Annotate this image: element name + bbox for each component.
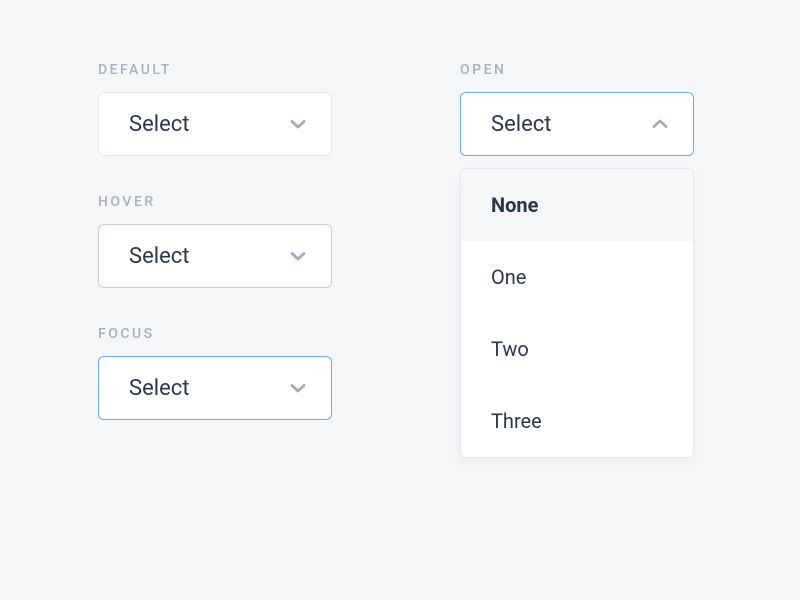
select-open[interactable]: Select (460, 92, 694, 156)
option-two[interactable]: Two (461, 313, 693, 385)
right-column: OPEN Select None One Two Three (460, 62, 694, 458)
option-none[interactable]: None (461, 169, 693, 241)
left-column: DEFAULT Select HOVER Select FOCUS Select (98, 62, 332, 458)
chevron-down-icon (289, 379, 307, 397)
select-default[interactable]: Select (98, 92, 332, 156)
state-label-hover: HOVER (98, 194, 332, 210)
option-one[interactable]: One (461, 241, 693, 313)
select-value: Select (491, 112, 551, 137)
select-focus[interactable]: Select (98, 356, 332, 420)
chevron-down-icon (289, 247, 307, 265)
option-three[interactable]: Three (461, 385, 693, 457)
state-label-open: OPEN (460, 62, 694, 78)
state-label-focus: FOCUS (98, 326, 332, 342)
chevron-down-icon (289, 115, 307, 133)
select-hover[interactable]: Select (98, 224, 332, 288)
state-label-default: DEFAULT (98, 62, 332, 78)
select-value: Select (129, 376, 189, 401)
chevron-up-icon (651, 115, 669, 133)
dropdown-panel: None One Two Three (460, 168, 694, 458)
select-value: Select (129, 244, 189, 269)
select-value: Select (129, 112, 189, 137)
